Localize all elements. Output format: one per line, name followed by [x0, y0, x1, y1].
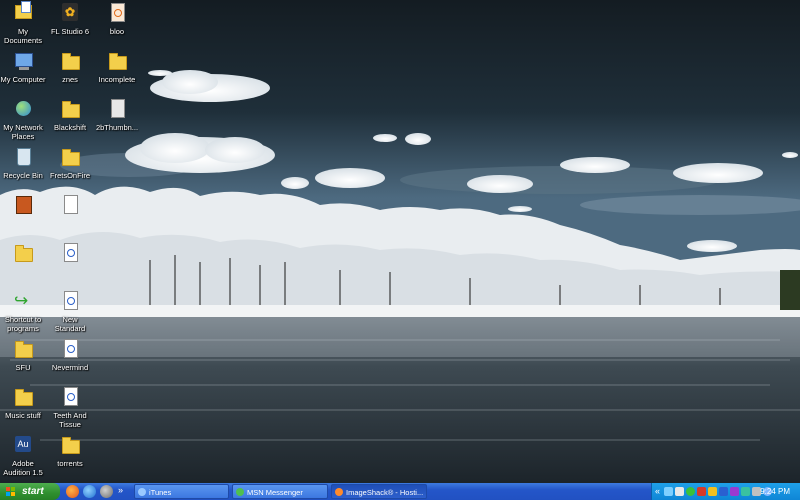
antivirus-icon[interactable] [708, 487, 717, 496]
desktop-icon-fl-studio[interactable]: ✿ FL Studio 6 [47, 2, 93, 36]
desktop-icon-label: Music stuff [5, 411, 41, 420]
desktop-icon-label: bloo [109, 27, 125, 36]
taskbar-button-label: MSN Messenger [247, 488, 303, 497]
folder-icon [12, 386, 34, 408]
recycle-bin-icon [12, 146, 34, 168]
desktop-icon-label: FretsOnFire [49, 171, 90, 180]
desktop-icon-media-file[interactable] [47, 242, 93, 267]
media-file-icon [59, 290, 81, 312]
document-icon [106, 2, 128, 24]
desktop-icon-label: My Network Places [3, 123, 43, 141]
application-icon [12, 194, 34, 216]
folder-icon [59, 50, 81, 72]
start-label: start [22, 486, 44, 497]
media-icon[interactable] [730, 487, 739, 496]
windows-logo-icon [6, 487, 16, 496]
network-places-icon [12, 98, 34, 120]
desktop-icon-label: torrents [57, 459, 83, 468]
document-icon [106, 98, 128, 120]
itunes-icon [138, 488, 146, 496]
media-file-icon [59, 386, 81, 408]
clock[interactable]: 9:24 PM [760, 483, 790, 500]
adobe-audition-icon: Au [12, 434, 34, 456]
desktop-icon-label: SFU [15, 363, 31, 372]
desktop-icon-label: Shortcut to programs [4, 315, 42, 333]
tray-expand-button[interactable]: « [655, 483, 660, 499]
firefox-icon [335, 488, 343, 496]
folder-icon [59, 98, 81, 120]
desktop-icon-2bthumbn[interactable]: 2bThumbn... [94, 98, 140, 132]
taskbar-button-imageshack[interactable]: ImageShack® - Hosti... [331, 484, 427, 499]
desktop-icon-znes[interactable]: znes [47, 50, 93, 84]
desktop-icon-folder[interactable] [0, 242, 46, 267]
desktop-icon-label: Adobe Audition 1.5 [3, 459, 43, 477]
media-file-icon [59, 338, 81, 360]
ie-icon[interactable] [83, 485, 96, 498]
desktop-icon-adobe-audition[interactable]: Au Adobe Audition 1.5 [0, 434, 46, 477]
taskbar-button-itunes[interactable]: iTunes [134, 484, 229, 499]
desktop-icon-label: Blackshift [53, 123, 87, 132]
desktop-icon-recycle-bin[interactable]: Recycle Bin [0, 146, 46, 180]
desktop-icon-fretsonfire[interactable]: FretsOnFire [47, 146, 93, 180]
desktop-icon-my-network-places[interactable]: My Network Places [0, 98, 46, 141]
quick-launch-overflow[interactable]: » [118, 483, 123, 498]
desktop-icon-label: znes [62, 75, 78, 84]
desktop-icon-application[interactable] [0, 194, 46, 219]
taskbar-button-msn-messenger[interactable]: MSN Messenger [232, 484, 328, 499]
desktop-icon-blackshift[interactable]: Blackshift [47, 98, 93, 132]
desktop-icon-my-computer[interactable]: My Computer [0, 50, 46, 84]
desktop-icon-label: FL Studio 6 [50, 27, 90, 36]
messenger-icon[interactable] [741, 487, 750, 496]
desktop-icon-label: My Documents [4, 27, 42, 45]
winamp-icon[interactable] [100, 485, 113, 498]
desktop-icon-music-stuff[interactable]: Music stuff [0, 386, 46, 420]
folder-icon [59, 146, 81, 168]
document-icon [59, 194, 81, 216]
start-button[interactable]: start [0, 483, 60, 500]
my-computer-icon [12, 50, 34, 72]
firefox-icon[interactable] [66, 485, 79, 498]
desktop-icon-new-standard[interactable]: New Standard [47, 290, 93, 333]
shortcut-icon: ↪ [14, 291, 29, 310]
desktop-icon-torrents[interactable]: torrents [47, 434, 93, 468]
desktop-icon-incomplete[interactable]: Incomplete [94, 50, 140, 84]
desktop-icon-document[interactable] [47, 194, 93, 219]
desktop-icon-label: 2bThumbn... [95, 123, 139, 132]
folder-icon [106, 50, 128, 72]
folder-icon [59, 434, 81, 456]
desktop-icon-label: Recycle Bin [3, 171, 43, 180]
folder-icon [12, 242, 34, 264]
security-icon[interactable] [697, 487, 706, 496]
system-tray: « 9:24 PM [651, 483, 800, 500]
desktop-icon-nevermind[interactable]: Nevermind [47, 338, 93, 372]
desktop[interactable]: My Documents ✿ FL Studio 6 bloo My Compu… [0, 0, 800, 483]
desktop-icon-bloo[interactable]: bloo [94, 2, 140, 36]
desktop-icon-shortcut-to-programs[interactable]: ↪ Shortcut to programs [0, 290, 46, 334]
taskbar-button-label: iTunes [149, 488, 172, 497]
fl-studio-icon: ✿ [59, 2, 81, 24]
desktop-icon-sfu[interactable]: SFU [0, 338, 46, 372]
desktop-icon-label: Teeth And Tissue [53, 411, 87, 429]
media-file-icon [59, 242, 81, 264]
desktop-icon-my-documents[interactable]: My Documents [0, 1, 46, 45]
my-documents-icon [12, 1, 34, 24]
desktop-icon-label: My Computer [0, 75, 46, 84]
update-icon[interactable] [719, 487, 728, 496]
desktop-icon-label: Nevermind [51, 363, 89, 372]
desktop-icon-teeth-and-tissue[interactable]: Teeth And Tissue [47, 386, 93, 429]
folder-icon [12, 338, 34, 360]
taskbar: start » iTunes MSN Messenger ImageShack®… [0, 483, 800, 500]
desktop-icon-label: New Standard [54, 315, 86, 333]
msn-icon [236, 488, 244, 496]
desktop-icon-label: Incomplete [98, 75, 136, 84]
taskbar-button-label: ImageShack® - Hosti... [346, 488, 424, 497]
volume-icon[interactable] [675, 487, 684, 496]
network-icon[interactable] [664, 487, 673, 496]
msn-tray-icon[interactable] [686, 487, 695, 496]
